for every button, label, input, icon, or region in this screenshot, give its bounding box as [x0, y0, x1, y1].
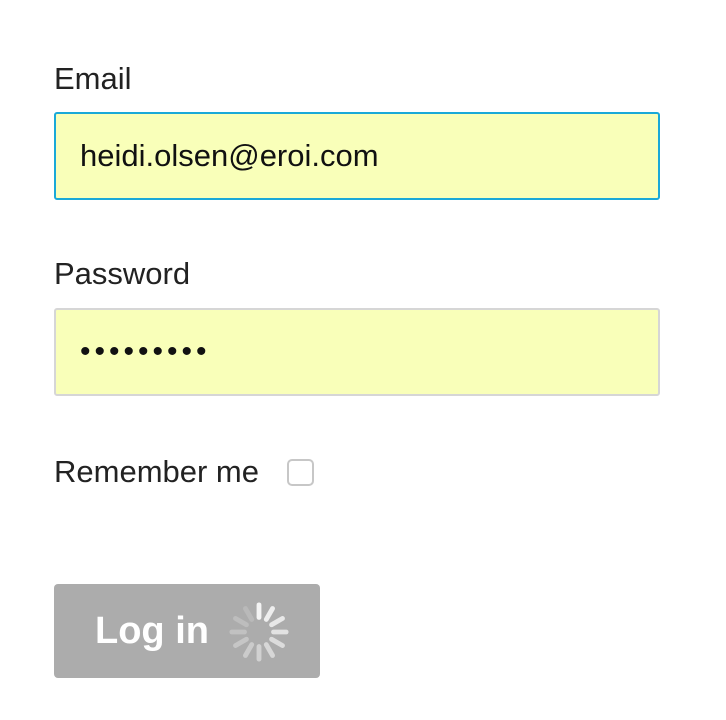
- password-field[interactable]: •••••••••: [54, 308, 660, 396]
- password-label: Password: [54, 256, 191, 291]
- remember-me-checkbox[interactable]: [287, 458, 314, 486]
- remember-me-row: Remember me: [54, 454, 314, 490]
- email-field[interactable]: heidi.olsen@eroi.com: [54, 112, 660, 200]
- remember-me-label: Remember me: [54, 454, 259, 489]
- login-button[interactable]: Log in: [54, 584, 320, 678]
- email-label: Email: [54, 61, 132, 96]
- loading-spinner-icon: [229, 602, 289, 662]
- email-value: heidi.olsen@eroi.com: [80, 138, 379, 173]
- password-mask: •••••••••: [80, 335, 211, 368]
- login-button-label: Log in: [95, 609, 209, 652]
